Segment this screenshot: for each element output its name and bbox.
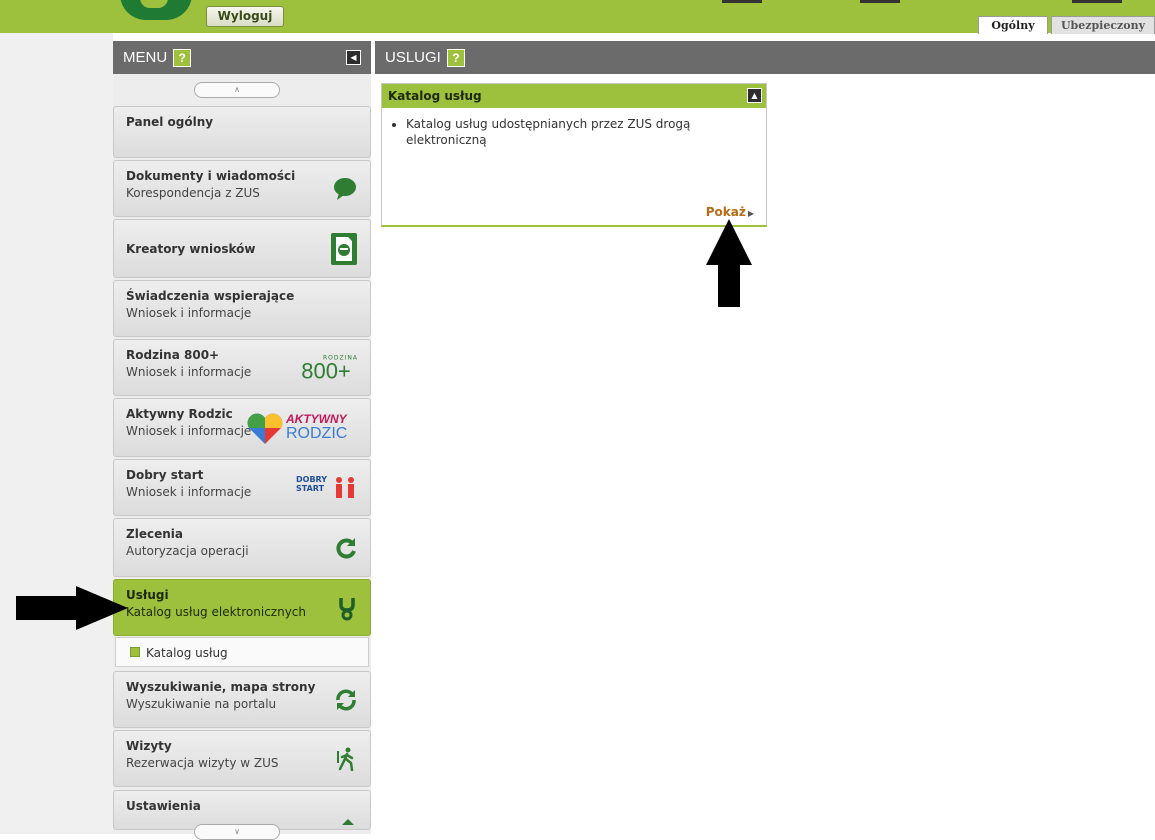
- settings-icon: [342, 819, 354, 825]
- speech-bubble-icon: [334, 177, 356, 200]
- children-icon: [336, 476, 354, 498]
- dobry-start-logo: DOBRY START: [296, 473, 358, 503]
- card-header: Katalog usług ▲: [382, 84, 766, 108]
- sidebar-item-zlecenia[interactable]: Zlecenia Autoryzacja operacji: [113, 518, 371, 577]
- collapse-card-icon[interactable]: ▲: [747, 88, 762, 103]
- tab-ubezpieczony[interactable]: Ubezpieczony: [1051, 16, 1155, 34]
- logo-top-text: AKTYWNY: [286, 411, 347, 426]
- help-icon[interactable]: ?: [446, 49, 465, 68]
- sidebar-item-label: Wizyty: [126, 739, 172, 753]
- right-arrow-annotation: [16, 586, 128, 630]
- refresh-icon: [336, 537, 356, 558]
- sidebar-item-uslugi[interactable]: Usługi Katalog usług elektronicznych: [113, 579, 371, 636]
- rodzina-800-logo: RODZINA 800+: [294, 354, 358, 383]
- sidebar-item-rodzina-800[interactable]: Rodzina 800+ Wniosek i informacje RODZIN…: [113, 339, 371, 396]
- sidebar-divider: [371, 41, 375, 834]
- scroll-down-button[interactable]: ∨: [194, 824, 280, 840]
- sidebar-item-sublabel: Wniosek i informacje: [126, 306, 252, 320]
- sidebar-item-wizyty[interactable]: Wizyty Rezerwacja wizyty w ZUS: [113, 730, 371, 787]
- logout-button[interactable]: Wyloguj: [206, 6, 284, 27]
- top-decoration: [722, 0, 762, 3]
- page-title: USLUGI: [385, 49, 441, 66]
- fork-icon: [339, 597, 355, 620]
- scroll-up-button[interactable]: ∧: [194, 82, 280, 98]
- sidebar-item-label: Świadczenia wspierające: [126, 289, 295, 303]
- sync-icon: [336, 689, 356, 710]
- collapse-menu-icon[interactable]: ◀: [346, 50, 361, 65]
- sidebar-item-kreatory[interactable]: Kreatory wniosków: [113, 219, 371, 278]
- up-arrow-annotation: [706, 219, 752, 307]
- sidebar-item-sublabel: Rezerwacja wizyty w ZUS: [126, 756, 279, 770]
- sidebar-item-label: Panel ogólny: [126, 115, 214, 129]
- sidebar-item-sublabel: Katalog usług elektronicznych: [126, 605, 306, 619]
- page-gutter: [0, 33, 113, 834]
- sidebar-item-label: Usługi: [126, 588, 169, 602]
- main-header: USLUGI?: [375, 41, 1155, 74]
- help-icon[interactable]: ?: [173, 49, 192, 68]
- walking-person-icon: [337, 747, 354, 771]
- katalog-uslug-card: Katalog usług ▲ Katalog usług udostępnia…: [381, 83, 767, 227]
- card-title: Katalog usług: [388, 89, 482, 103]
- sidebar-item-aktywny-rodzic[interactable]: Aktywny Rodzic Wniosek i informacje AKTY…: [113, 398, 371, 457]
- show-link-label: Pokaż: [705, 205, 746, 219]
- top-decoration: [1072, 0, 1122, 3]
- sidebar-item-panel-ogolny[interactable]: Panel ogólny: [113, 106, 371, 158]
- tab-ogolny[interactable]: Ogólny: [978, 16, 1048, 34]
- sidebar-item-dokumenty[interactable]: Dokumenty i wiadomości Korespondencja z …: [113, 160, 371, 217]
- show-link[interactable]: Pokaż ▶: [706, 205, 754, 219]
- document-form-icon: [331, 232, 357, 265]
- card-body: Katalog usług udostępnianych przez ZUS d…: [382, 108, 766, 156]
- submenu-item-katalog-uslug[interactable]: Katalog usług: [115, 637, 369, 667]
- heart-puzzle-icon: [247, 413, 283, 444]
- logo-top-text: DOBRY: [296, 474, 328, 484]
- aktywny-rodzic-logo: AKTYWNY RODZIC: [246, 408, 358, 448]
- bullet-icon: [130, 647, 140, 657]
- menu-title: MENU: [123, 49, 168, 66]
- sidebar-item-dobry-start[interactable]: Dobry start Wniosek i informacje DOBRY S…: [113, 459, 371, 516]
- submenu-item-label: Katalog usług: [146, 646, 228, 660]
- logo-main-text: 800+: [301, 358, 351, 383]
- logo-main-text: START: [296, 483, 325, 493]
- menu-header: MENU? ◀: [113, 41, 371, 74]
- card-bullet-text: Katalog usług udostępnianych przez ZUS d…: [406, 116, 756, 148]
- top-decoration: [860, 0, 900, 3]
- logo-main-text: RODZIC: [286, 424, 348, 442]
- sidebar-item-wyszukiwanie[interactable]: Wyszukiwanie, mapa strony Wyszukiwanie n…: [113, 671, 371, 728]
- sidebar-item-label: Ustawienia: [126, 799, 201, 813]
- sidebar-item-swiadczenia[interactable]: Świadczenia wspierające Wniosek i inform…: [113, 280, 371, 337]
- chevron-right-icon: ▶: [747, 209, 754, 218]
